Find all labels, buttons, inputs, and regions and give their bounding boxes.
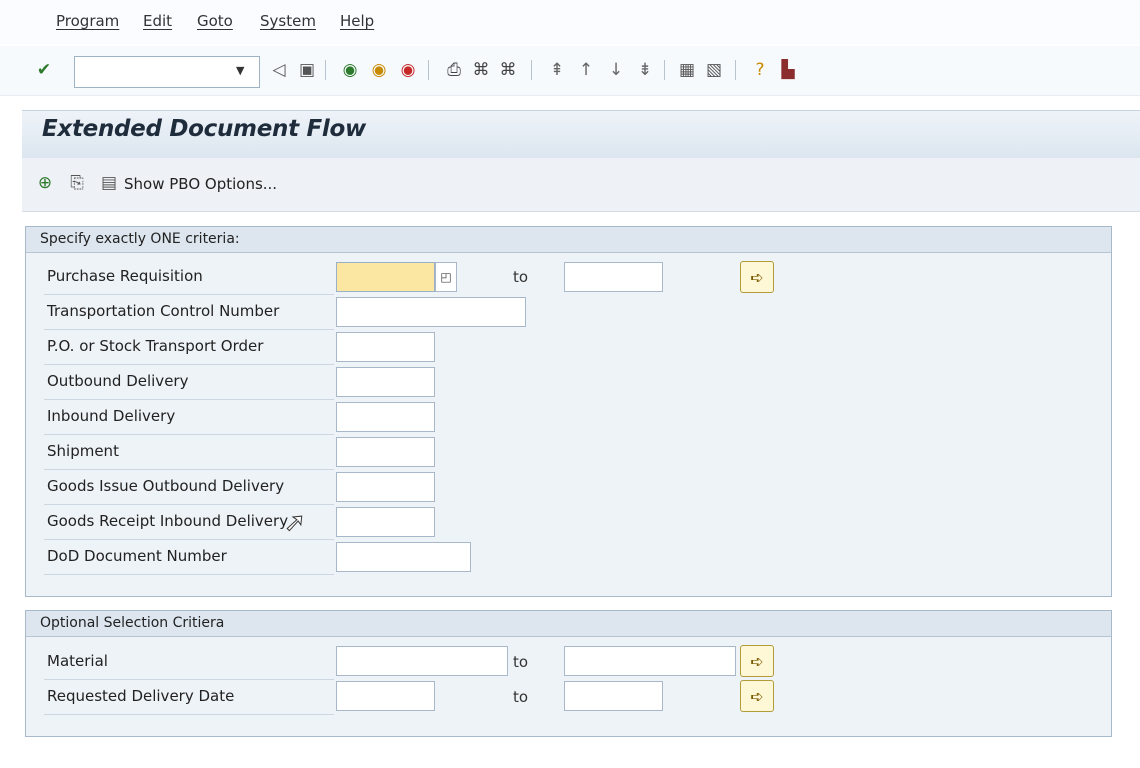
prev-page-icon[interactable]: ↑	[575, 59, 597, 81]
po-stock-transport-order-label: P.O. or Stock Transport Order	[47, 337, 264, 355]
menu-edit[interactable]: Edit	[143, 12, 172, 30]
label-underline	[44, 364, 334, 365]
goods-issue-outbound-delivery-field[interactable]	[336, 472, 435, 502]
label-underline	[44, 294, 334, 295]
new-session-icon[interactable]: ▦	[676, 59, 698, 81]
toolbar-separator	[531, 60, 532, 80]
show-pbo-options-button[interactable]: Show PBO Options...	[124, 175, 277, 193]
menu-system[interactable]: System	[260, 12, 316, 30]
multiple-selection-icon[interactable]: ➪	[740, 261, 774, 293]
options-icon[interactable]: ▤	[98, 172, 120, 194]
first-page-icon[interactable]: ⇞	[546, 59, 568, 81]
to-label: to	[513, 268, 529, 286]
save-icon[interactable]: ▣	[296, 59, 318, 81]
requested-delivery-date-label: Requested Delivery Date	[47, 687, 235, 705]
label-underline	[44, 504, 334, 505]
toolbar-separator	[735, 60, 736, 80]
inbound-delivery-field[interactable]	[336, 402, 435, 432]
requested-delivery-date-from-field[interactable]	[336, 681, 435, 711]
toolbar-separator	[428, 60, 429, 80]
enter-icon[interactable]: ✔	[33, 59, 55, 81]
to-label: to	[513, 653, 529, 671]
toolbar-separator	[664, 60, 665, 80]
last-page-icon[interactable]: ⇟	[634, 59, 656, 81]
shipment-field[interactable]	[336, 437, 435, 467]
purchase-requisition-from-field[interactable]	[336, 262, 435, 292]
label-underline	[44, 434, 334, 435]
goods-receipt-inbound-delivery-label: Goods Receipt Inbound Delivery	[47, 512, 289, 530]
dod-document-number-field[interactable]	[336, 542, 471, 572]
dod-document-number-label: DoD Document Number	[47, 547, 227, 565]
inbound-delivery-label: Inbound Delivery	[47, 407, 176, 425]
menu-program[interactable]: Program	[56, 12, 119, 30]
multiple-selection-icon[interactable]: ➪	[740, 680, 774, 712]
value-help-icon[interactable]: ◰	[435, 262, 457, 292]
outbound-delivery-label: Outbound Delivery	[47, 372, 189, 390]
label-underline	[44, 399, 334, 400]
mouse-cursor-icon: ➚	[284, 508, 307, 539]
po-stock-transport-order-field[interactable]	[336, 332, 435, 362]
shipment-label: Shipment	[47, 442, 119, 460]
optional-criteria-heading: Optional Selection Critiera	[26, 611, 1111, 637]
help-icon[interactable]: ?	[749, 59, 771, 81]
back-icon[interactable]: ◉	[339, 59, 361, 81]
purchase-requisition-to-field[interactable]	[564, 262, 663, 292]
goods-issue-outbound-delivery-label: Goods Issue Outbound Delivery	[47, 477, 285, 495]
requested-delivery-date-to-field[interactable]	[564, 681, 663, 711]
label-underline	[44, 539, 334, 540]
transportation-control-number-field[interactable]	[336, 297, 526, 327]
cancel-icon[interactable]: ◉	[397, 59, 419, 81]
toolbar-separator	[325, 60, 326, 80]
find-icon[interactable]: ⌘	[470, 59, 492, 81]
material-label: Material	[47, 652, 108, 670]
shortcut-icon[interactable]: ▧	[703, 59, 725, 81]
multiple-selection-icon[interactable]: ➪	[740, 645, 774, 677]
label-underline	[44, 574, 334, 575]
label-underline	[44, 469, 334, 470]
label-underline	[44, 714, 334, 715]
exit-icon[interactable]: ◉	[368, 59, 390, 81]
menu-goto[interactable]: Goto	[197, 12, 233, 30]
required-criteria-heading: Specify exactly ONE criteria:	[26, 227, 1111, 253]
page-title: Extended Document Flow	[42, 116, 366, 142]
material-from-field[interactable]	[336, 646, 508, 676]
label-underline	[44, 329, 334, 330]
transportation-control-number-label: Transportation Control Number	[47, 302, 280, 320]
command-field[interactable]	[74, 56, 260, 88]
chevron-down-icon[interactable]: ▼	[236, 64, 244, 77]
find-next-icon[interactable]: ⌘	[497, 59, 519, 81]
next-page-icon[interactable]: ↓	[605, 59, 627, 81]
outbound-delivery-field[interactable]	[336, 367, 435, 397]
goods-receipt-inbound-delivery-field[interactable]	[336, 507, 435, 537]
to-label: to	[513, 688, 529, 706]
label-underline	[44, 679, 334, 680]
back-arrow-icon[interactable]: ◁	[268, 59, 290, 81]
material-to-field[interactable]	[564, 646, 736, 676]
print-icon[interactable]: ⎙	[443, 59, 465, 81]
menu-help[interactable]: Help	[340, 12, 374, 30]
execute-icon[interactable]: ⊕	[34, 172, 56, 194]
layout-icon[interactable]: ▙	[777, 59, 799, 81]
get-variant-icon[interactable]: ⎘	[66, 172, 88, 194]
purchase-requisition-label: Purchase Requisition	[47, 267, 203, 285]
